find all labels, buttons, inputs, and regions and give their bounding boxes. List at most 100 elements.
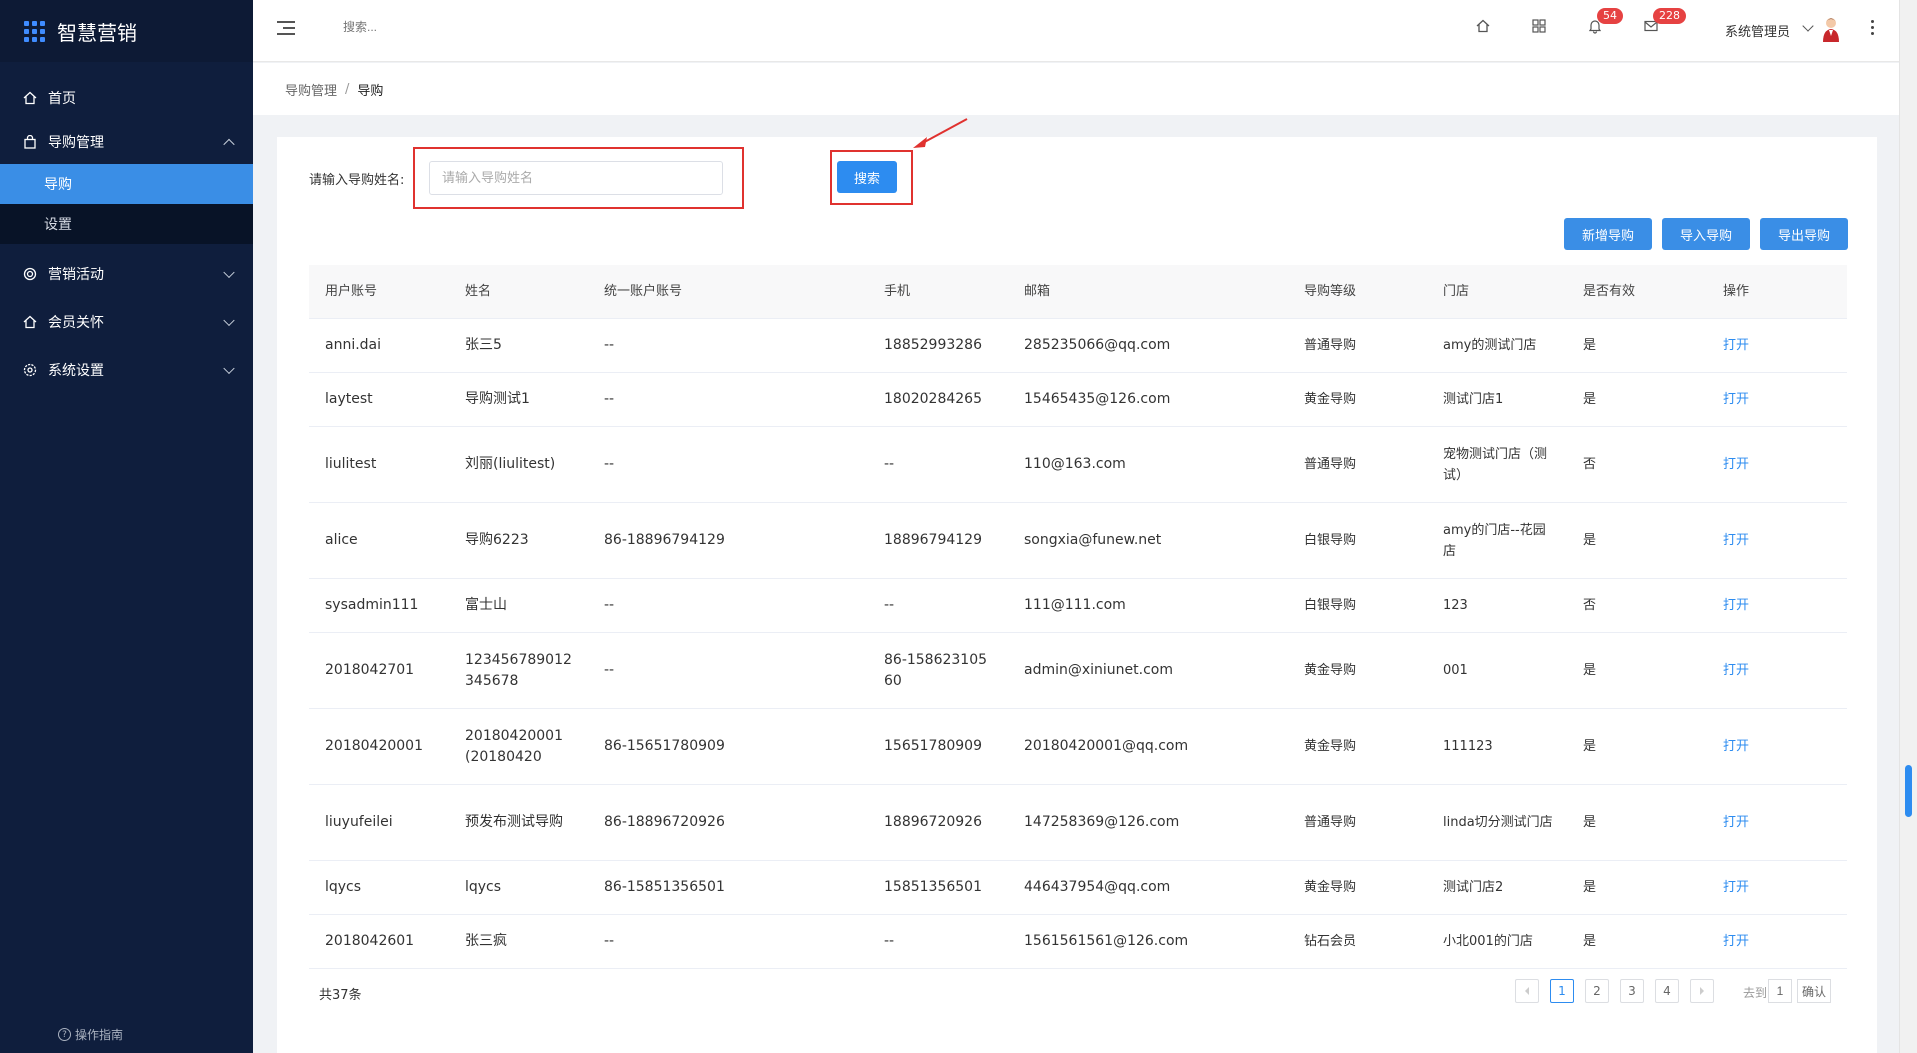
level-cell: 黄金导购 — [1304, 663, 1357, 678]
name-cell: 预发布测试导购 — [465, 814, 563, 830]
table-row: laytest 导购测试1 -- 18020284265 15465435@126.co… — [309, 373, 1847, 427]
account-cell: lqycs — [325, 879, 362, 895]
app-title: 智慧营销 — [57, 20, 137, 45]
sidebar-subitem-guide[interactable]: 导购 — [0, 164, 253, 204]
apps-icon[interactable] — [1531, 18, 1553, 40]
name-cell: 导购测试1 — [465, 391, 530, 407]
valid-cell: 是 — [1583, 392, 1597, 407]
phone-cell: 15851356501 — [884, 879, 982, 895]
phone-cell: -- — [884, 456, 895, 472]
sidebar-item-marketing[interactable]: 营销活动 — [0, 252, 253, 296]
account-cell: laytest — [325, 391, 373, 407]
user-name[interactable]: 系统管理员 — [1725, 21, 1790, 40]
phone-cell: 18852993286 — [884, 337, 982, 353]
sidebar-item-label: 会员关怀 — [48, 315, 104, 331]
total-count: 共37条 — [319, 988, 362, 1003]
email-cell: 111@111.com — [1024, 597, 1126, 613]
action-cell: 打开 — [1707, 660, 1847, 681]
apps-grid-icon — [24, 20, 45, 42]
sidebar-subitem-settings[interactable]: 设置 — [0, 204, 253, 244]
mail-icon[interactable]: 228 — [1643, 8, 1686, 40]
export-guide-button[interactable]: 导出导购 — [1760, 218, 1848, 250]
goto-confirm-button[interactable]: 确认 — [1797, 979, 1831, 1003]
valid-cell: 否 — [1583, 598, 1597, 613]
sidebar-item-member-care[interactable]: 会员关怀 — [0, 300, 253, 344]
open-link[interactable]: 打开 — [1723, 663, 1749, 678]
add-guide-button[interactable]: 新增导购 — [1564, 218, 1652, 250]
goto-page-input[interactable] — [1768, 979, 1792, 1003]
open-link[interactable]: 打开 — [1723, 934, 1749, 949]
sidebar-item-label: 首页 — [48, 91, 76, 107]
open-link[interactable]: 打开 — [1723, 815, 1749, 830]
unified-account-cell: -- — [604, 933, 615, 949]
avatar[interactable] — [1821, 16, 1841, 42]
breadcrumb-parent[interactable]: 导购管理 — [285, 80, 337, 99]
store-cell: 小北001的门店 — [1443, 934, 1533, 949]
action-cell: 打开 — [1707, 812, 1847, 833]
store-cell: 001 — [1443, 663, 1468, 678]
page-button[interactable]: 1 — [1550, 979, 1574, 1003]
unified-account-cell: 86-15851356501 — [604, 879, 725, 895]
open-link[interactable]: 打开 — [1723, 392, 1749, 407]
page-scrollbar[interactable] — [1899, 0, 1917, 1053]
help-link[interactable]: ? 操作指南 — [58, 1026, 123, 1043]
annotation-arrow-icon — [913, 118, 968, 148]
highlight-box-input — [413, 147, 744, 209]
scrollbar-thumb[interactable] — [1905, 765, 1912, 817]
open-link[interactable]: 打开 — [1723, 880, 1749, 895]
phone-cell: 18896794129 — [884, 532, 982, 548]
open-link[interactable]: 打开 — [1723, 533, 1749, 548]
table-row: liulitest 刘丽(liulitest) -- -- 110@163.com 普通导… — [309, 427, 1847, 503]
phone-cell: 18896720926 — [884, 814, 982, 830]
page-button[interactable]: 2 — [1585, 979, 1609, 1003]
more-vertical-icon[interactable] — [1871, 20, 1875, 38]
goto-label: 去到 — [1743, 986, 1768, 1000]
breadcrumb-separator: / — [345, 81, 350, 97]
sidebar-item-system[interactable]: 系统设置 — [0, 348, 253, 392]
global-search-input[interactable] — [343, 20, 543, 34]
next-page-button[interactable] — [1690, 979, 1714, 1003]
open-link[interactable]: 打开 — [1723, 457, 1749, 472]
valid-cell: 是 — [1583, 663, 1597, 678]
home-heart-icon — [22, 314, 38, 330]
store-cell: 宠物测试门店（测试） — [1443, 446, 1548, 483]
store-cell: amy的门店--花园店 — [1443, 522, 1546, 559]
column-header: 是否有效 — [1583, 284, 1636, 299]
level-cell: 黄金导购 — [1304, 739, 1357, 754]
open-link[interactable]: 打开 — [1723, 338, 1749, 353]
sidebar-item-label: 系统设置 — [48, 363, 104, 379]
chevron-down-icon[interactable] — [1802, 20, 1814, 32]
sidebar-item-home[interactable]: 首页 — [0, 76, 253, 120]
table-row: 2018042601 张三疯 -- -- 1561561561@126.com 钻石会员 小… — [309, 915, 1847, 969]
collapse-menu-icon[interactable] — [277, 21, 295, 37]
import-guide-button[interactable]: 导入导购 — [1662, 218, 1750, 250]
valid-cell: 否 — [1583, 457, 1597, 472]
action-cell: 打开 — [1707, 595, 1847, 616]
email-cell: 285235066@qq.com — [1024, 337, 1171, 353]
column-header: 操作 — [1723, 284, 1750, 299]
table-body: anni.dai 张三5 -- 18852993286 285235066@qq.com… — [309, 319, 1847, 969]
page-button[interactable]: 4 — [1655, 979, 1679, 1003]
name-cell: 20180420001(20180420 — [465, 727, 563, 765]
sidebar-item-guide-mgmt[interactable]: 导购管理 — [0, 120, 253, 164]
open-link[interactable]: 打开 — [1723, 739, 1749, 754]
level-cell: 白银导购 — [1304, 598, 1357, 613]
store-cell: 111123 — [1443, 739, 1493, 754]
prev-page-button[interactable] — [1515, 979, 1539, 1003]
logo[interactable]: 智慧营销 — [0, 0, 253, 62]
unified-account-cell: -- — [604, 337, 615, 353]
account-cell: alice — [325, 532, 358, 548]
email-cell: admin@xiniunet.com — [1024, 662, 1174, 678]
email-cell: 1561561561@126.com — [1024, 933, 1189, 949]
open-link[interactable]: 打开 — [1723, 598, 1749, 613]
table-row: anni.dai 张三5 -- 18852993286 285235066@qq.com… — [309, 319, 1847, 373]
phone-cell: 18020284265 — [884, 391, 982, 407]
store-cell: linda切分测试门店 — [1443, 815, 1553, 830]
account-cell: sysadmin111 — [325, 597, 419, 613]
home-icon — [22, 90, 38, 106]
home-icon[interactable] — [1475, 18, 1497, 40]
page-button[interactable]: 3 — [1620, 979, 1644, 1003]
level-cell: 普通导购 — [1304, 457, 1357, 472]
column-header: 手机 — [884, 284, 911, 299]
bell-icon[interactable]: 54 — [1587, 8, 1623, 40]
